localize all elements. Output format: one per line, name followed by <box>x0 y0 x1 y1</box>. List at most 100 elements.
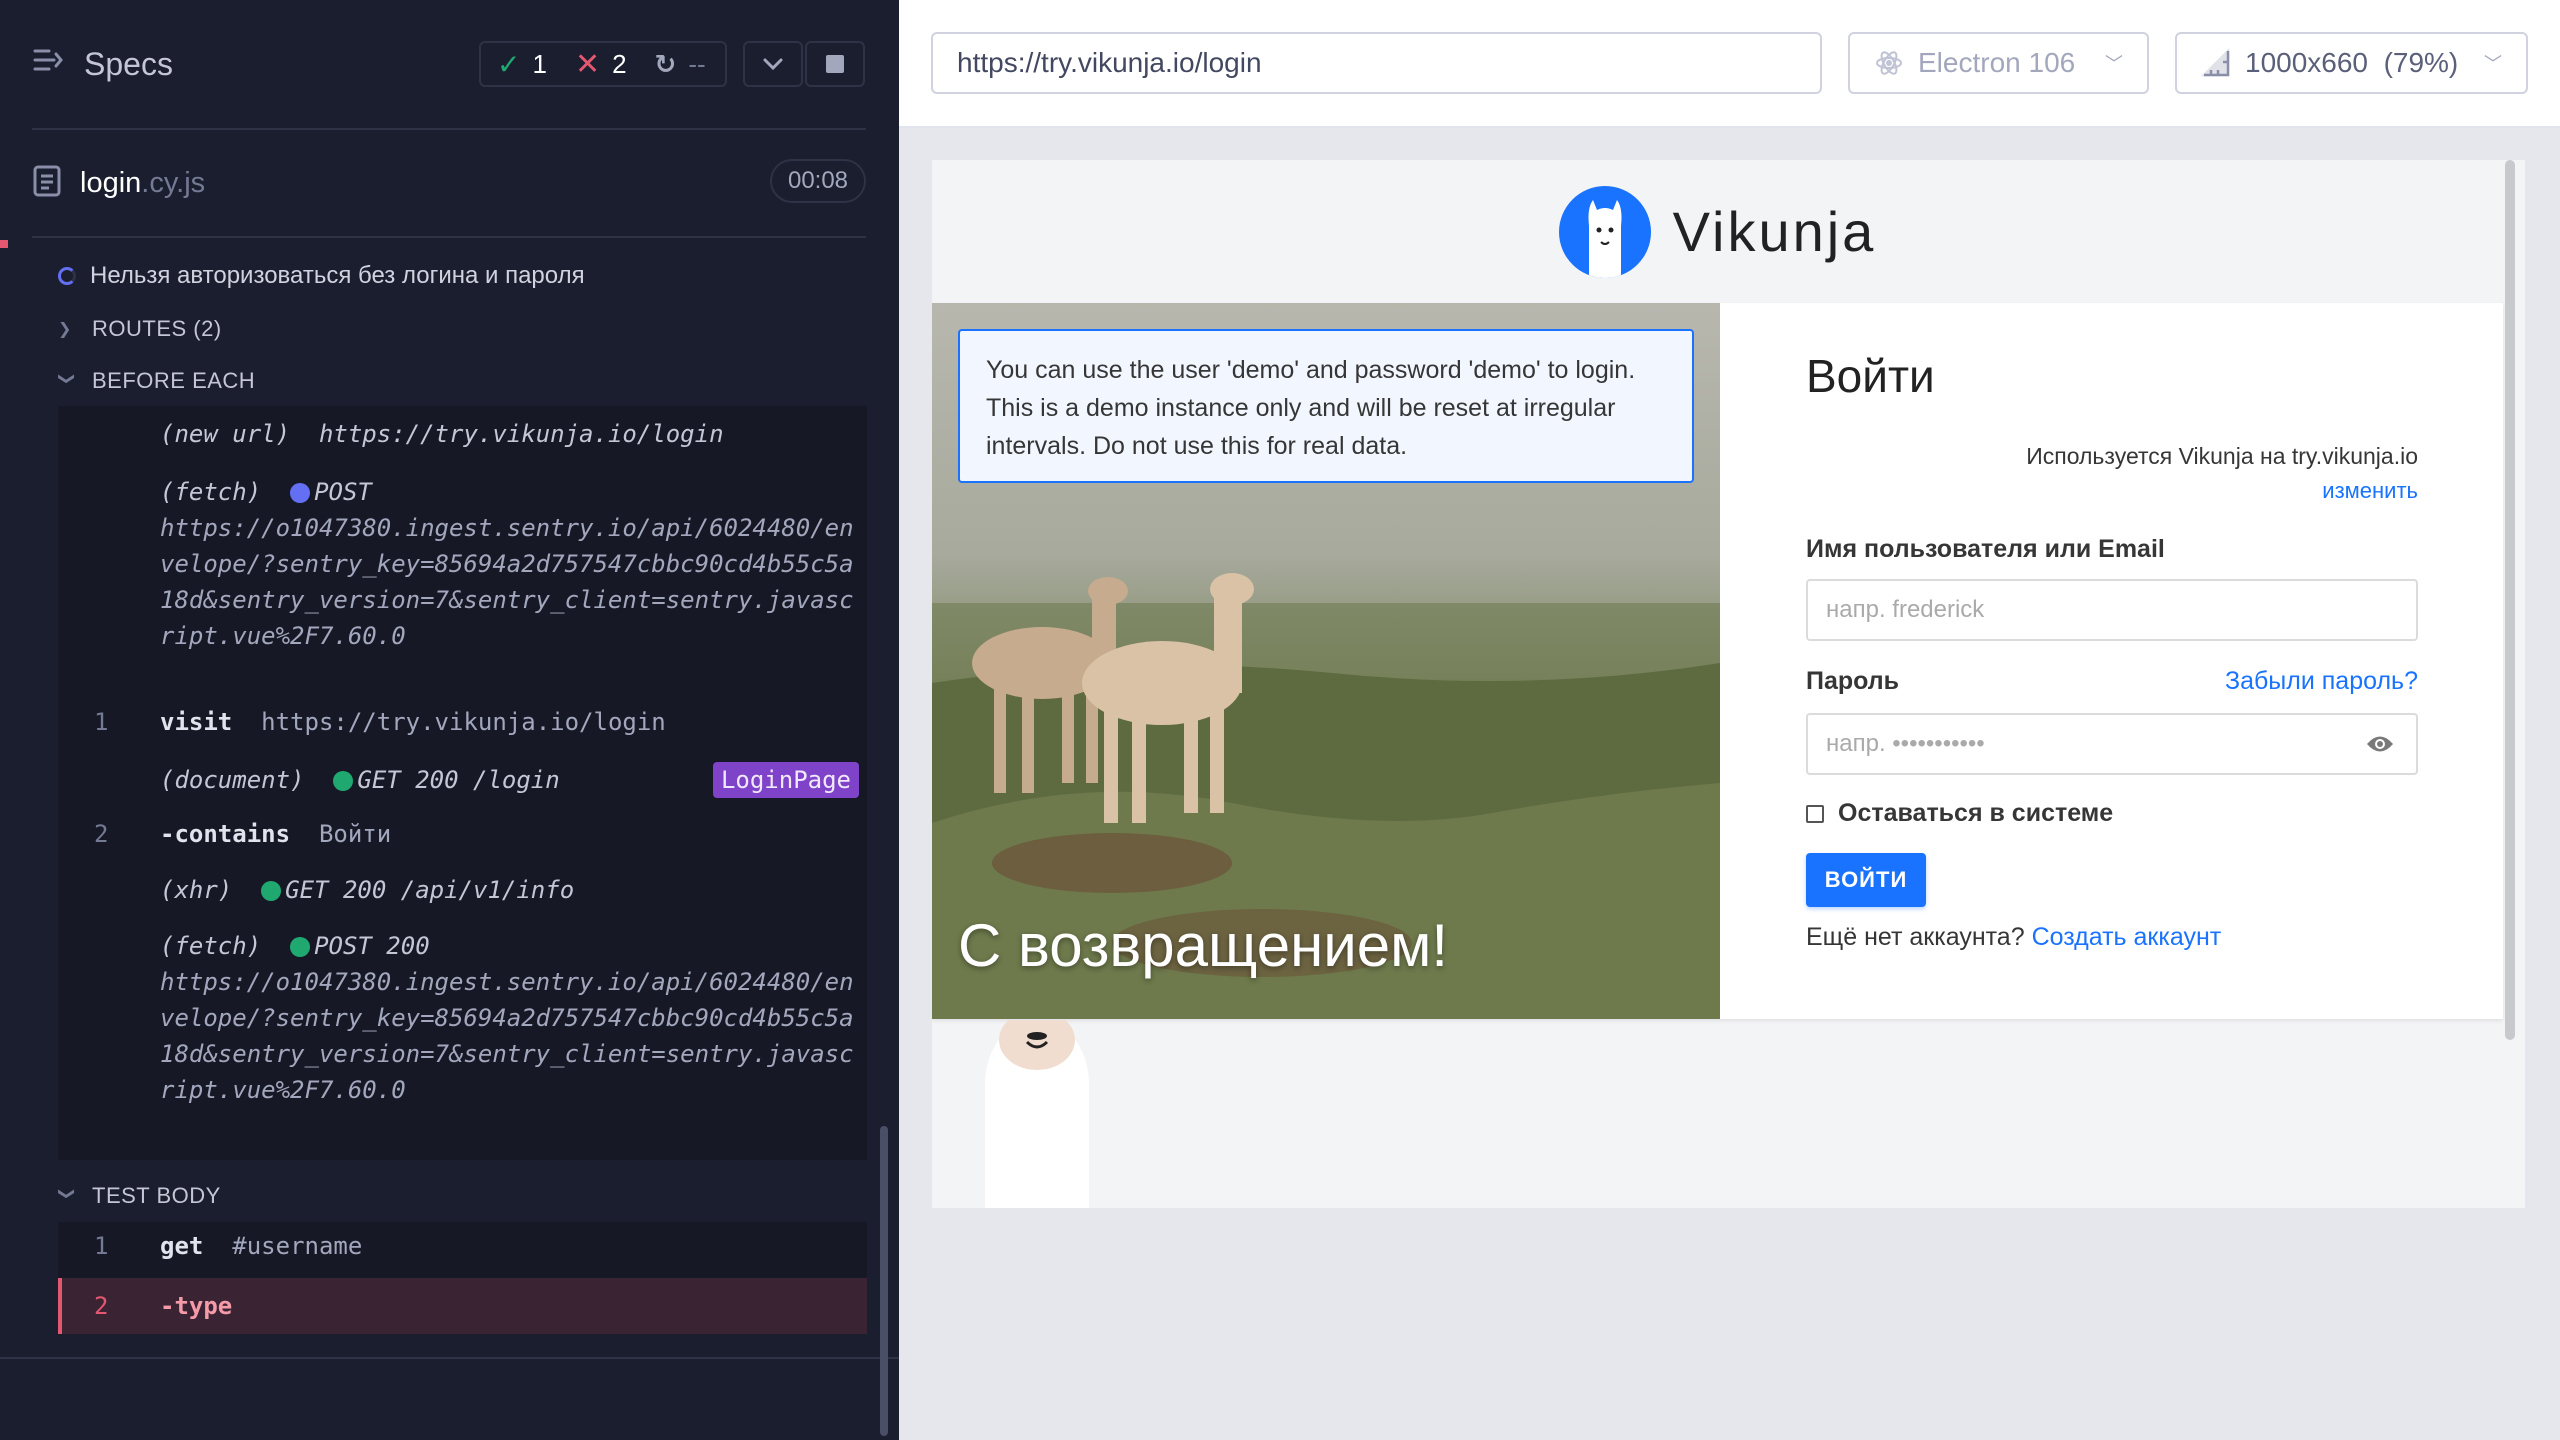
test-body-commands: 1 get #username 2 -type <box>58 1222 867 1334</box>
demo-info-message: You can use the user 'demo' and password… <box>958 329 1694 483</box>
aut-scrollbar[interactable] <box>2505 160 2515 1040</box>
spec-duration: 00:08 <box>770 159 866 203</box>
command-arg: https://try.vikunja.io/login <box>261 708 666 736</box>
chevron-down-icon <box>763 58 783 71</box>
browser-selector[interactable]: Electron 106 ﹀ <box>1848 32 2149 94</box>
cypress-reporter: Specs ✓ 1 ✕ 2 ↻ -- login .cy.js 00:08 Нельзя… <box>0 0 899 1440</box>
llama-illustration <box>977 1010 1097 1208</box>
aut-viewport: Vikunja You can use the user 'demo' and … <box>932 160 2525 1208</box>
failed-command-row[interactable]: 2 -type <box>58 1278 867 1334</box>
password-placeholder: напр. ••••••••••• <box>1826 730 1985 757</box>
command-arg: https://try.vikunja.io/login <box>318 420 724 448</box>
command-number: 2 <box>94 1292 109 1320</box>
llama-photo: You can use the user 'demo' and password… <box>932 303 1720 1019</box>
before-each-commands: (new url) https://try.vikunja.io/login (… <box>58 406 867 1160</box>
browser-label: Electron 106 <box>1918 47 2076 78</box>
command-number: 1 <box>94 1232 109 1260</box>
failed-marker <box>0 240 8 248</box>
password-input[interactable]: напр. ••••••••••• <box>1806 713 2418 775</box>
command-arg: GET 200 /api/v1/info <box>285 876 575 904</box>
instance-note: Используется Vikunja на try.vikunja.io <box>2026 443 2418 469</box>
command-row[interactable]: 1 get #username <box>58 1228 867 1264</box>
command-name: (fetch) <box>160 478 262 506</box>
request-success-dot-icon <box>261 881 282 901</box>
before-each-label: BEFORE EACH <box>92 368 256 393</box>
document-icon <box>32 164 62 203</box>
viewport-selector[interactable]: 1000x660 (79%) ﹀ <box>2175 32 2528 94</box>
options-dropdown-button[interactable] <box>743 41 803 87</box>
spec-file-ext: .cy.js <box>141 166 206 199</box>
electron-icon <box>1876 51 1902 75</box>
test-title-text: Нельзя авторизоваться без логина и парол… <box>90 262 585 289</box>
username-label: Имя пользователя или Email <box>1806 535 2165 563</box>
request-pending-dot-icon <box>290 483 311 503</box>
test-title[interactable]: Нельзя авторизоваться без логина и парол… <box>58 262 585 290</box>
reporter-header: Specs ✓ 1 ✕ 2 ↻ -- <box>0 0 899 130</box>
remember-me-checkbox[interactable] <box>1806 804 1824 823</box>
request-url: https://o1047380.ingest.sentry.io/api/60… <box>160 514 854 650</box>
command-row[interactable]: (fetch) POST https://o1047380.ingest.sen… <box>58 474 867 654</box>
login-form: Войти Используется Vikunja на try.vikunj… <box>1806 303 2418 1019</box>
viewport-ruler-icon <box>2201 48 2230 77</box>
command-row[interactable]: (fetch) POST 200 https://o1047380.ingest… <box>58 928 867 1108</box>
aut-toolbar: https://try.vikunja.io/login Electron 10… <box>899 0 2560 128</box>
specs-toggle[interactable]: Specs <box>32 44 173 84</box>
request-url: https://o1047380.ingest.sentry.io/api/60… <box>160 968 854 1104</box>
command-name: (new url) <box>160 420 291 448</box>
test-body-section-toggle[interactable]: ❯ TEST BODY <box>58 1183 221 1209</box>
passed-count: 1 <box>532 48 547 79</box>
command-arg: POST 200 <box>314 932 430 960</box>
login-card: You can use the user 'demo' and password… <box>932 303 2503 1019</box>
command-name: (fetch) <box>160 932 262 960</box>
viewport-label: 1000x660 (79%) <box>2245 47 2459 78</box>
routes-section-toggle[interactable]: ❯ ROUTES (2) <box>58 316 222 342</box>
register-prompt: Ещё нет аккаунта? Создать аккаунт <box>1806 923 2221 952</box>
failed-stat: ✕ 2 <box>575 47 627 82</box>
username-input[interactable]: напр. frederick <box>1806 579 2418 641</box>
url-bar[interactable]: https://try.vikunja.io/login <box>931 32 1822 94</box>
passed-stat: ✓ 1 <box>497 48 547 81</box>
remember-me-option[interactable]: Оставаться в системе <box>1806 799 2113 828</box>
command-row[interactable]: 1 visit https://try.vikunja.io/login <box>58 704 867 740</box>
command-number: 1 <box>94 708 109 736</box>
request-success-dot-icon <box>290 937 311 957</box>
command-row[interactable]: (document) GET 200 /login LoginPage <box>58 762 867 798</box>
failed-count: 2 <box>612 48 627 79</box>
pending-icon: ↻ <box>654 48 677 79</box>
stop-icon <box>826 55 844 73</box>
divider <box>32 128 866 130</box>
command-number: 2 <box>94 820 109 848</box>
password-label: Пароль <box>1806 667 1900 695</box>
chevron-down-icon: ❯ <box>58 1187 75 1201</box>
chevron-down-icon: ﹀ <box>2484 54 2502 74</box>
chevron-down-icon: ❯ <box>58 372 75 386</box>
test-stats: ✓ 1 ✕ 2 ↻ -- <box>479 41 727 87</box>
routes-label: ROUTES (2) <box>92 316 222 341</box>
command-arg: Войти <box>318 820 392 848</box>
create-account-link[interactable]: Создать аккаунт <box>2032 923 2222 951</box>
vikunja-logo-text: Vikunja <box>1672 200 1877 263</box>
command-row[interactable]: (xhr) GET 200 /api/v1/info <box>58 872 867 908</box>
login-title: Войти <box>1806 350 1935 402</box>
login-button[interactable]: ВОЙТИ <box>1806 853 1926 907</box>
command-row[interactable]: (new url) https://try.vikunja.io/login <box>58 416 867 452</box>
stop-button[interactable] <box>805 41 865 87</box>
spec-file-row[interactable]: login .cy.js 00:08 <box>32 159 866 203</box>
reporter-scrollbar[interactable] <box>880 1126 888 1436</box>
command-row[interactable]: 2 -contains Войти <box>58 816 867 852</box>
command-name: -type <box>160 1292 233 1320</box>
before-each-section-toggle[interactable]: ❯ BEFORE EACH <box>58 368 255 394</box>
forgot-password-link[interactable]: Забыли пароль? <box>2225 667 2418 696</box>
show-password-eye-icon[interactable] <box>2366 733 2394 762</box>
specs-title: Specs <box>84 45 173 82</box>
divider <box>0 1357 899 1359</box>
change-instance-link[interactable]: изменить <box>2322 478 2418 504</box>
request-success-dot-icon <box>333 771 354 791</box>
alias-badge[interactable]: LoginPage <box>712 762 859 798</box>
x-icon: ✕ <box>574 47 601 81</box>
specs-list-icon <box>32 44 64 84</box>
command-name: (xhr) <box>160 876 233 904</box>
command-name: get <box>160 1232 204 1260</box>
test-body-label: TEST BODY <box>92 1183 221 1208</box>
command-arg: #username <box>232 1232 363 1260</box>
